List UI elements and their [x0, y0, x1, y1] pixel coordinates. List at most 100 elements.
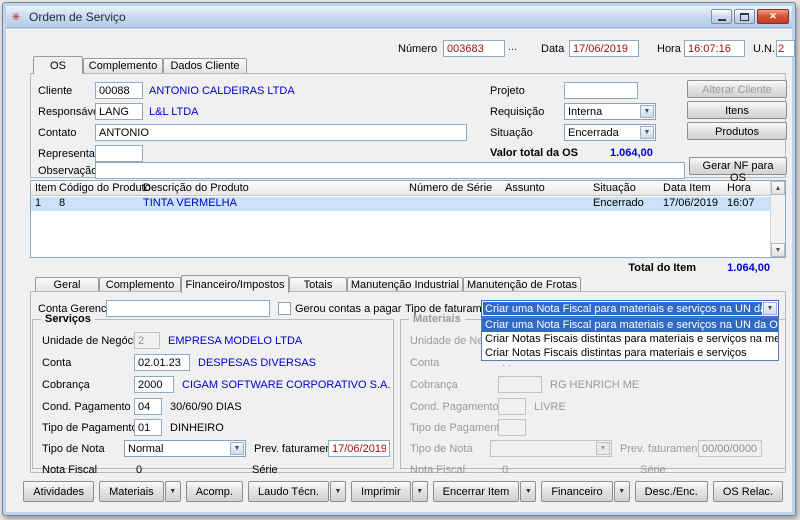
dropdown-option-3[interactable]: Criar Notas Fiscais distintas para mater… — [482, 346, 778, 360]
tab-complemento[interactable]: Complemento — [83, 58, 163, 73]
representante-field[interactable] — [95, 145, 143, 162]
situacao-combo[interactable]: Encerrada ▼ — [564, 124, 656, 141]
imprimir-button[interactable]: Imprimir — [350, 481, 411, 502]
gerou-contas-label: Gerou contas a pagar — [295, 303, 402, 315]
produtos-button[interactable]: Produtos — [687, 122, 787, 140]
os-relac-button[interactable]: OS Relac. — [712, 481, 783, 502]
servicos-cobranca-field[interactable] — [134, 376, 174, 393]
financeiro-button-group: Financeiro ▼ — [541, 481, 630, 502]
servicos-conta-field[interactable] — [134, 354, 190, 371]
materiais-dropdown-arrow-button[interactable]: ▼ — [164, 481, 181, 502]
servicos-tipo-pagamento-field[interactable] — [134, 419, 162, 436]
chevron-down-icon[interactable]: ▼ — [640, 126, 654, 139]
table-row[interactable]: 1 8 TINTA VERMELHA Encerrado 17/06/2019 … — [31, 197, 770, 211]
financeiro-button[interactable]: Financeiro — [541, 481, 613, 502]
col-descricao-produto[interactable]: Descrição do Produto — [143, 182, 249, 194]
laudo-button-group: Laudo Técn. ▼ — [247, 481, 346, 502]
cell-descricao: TINTA VERMELHA — [143, 197, 237, 209]
window-controls: ✕ — [711, 9, 792, 24]
chevron-down-icon: ▼ — [596, 442, 610, 455]
desc-enc-button[interactable]: Desc./Enc. — [634, 481, 708, 502]
scroll-down-icon[interactable]: ▼ — [771, 243, 785, 257]
observacao-field[interactable] — [95, 162, 685, 179]
responsavel-code-field[interactable] — [95, 103, 143, 120]
action-button-bar: Atividades Materiais ▼ Acomp. Laudo Técn… — [23, 481, 783, 502]
tipo-faturamento-combo[interactable]: Criar uma Nota Fiscal para materiais e s… — [481, 300, 779, 317]
encerrar-item-button[interactable]: Encerrar Item — [432, 481, 520, 502]
projeto-label: Projeto — [490, 85, 525, 97]
conta-gerencial-field[interactable] — [106, 300, 270, 317]
encerrar-item-dropdown-arrow-button[interactable]: ▼ — [520, 481, 537, 502]
acomp-button[interactable]: Acomp. — [185, 481, 243, 502]
cliente-code-field[interactable] — [95, 82, 143, 99]
servicos-un-label: Unidade de Negócio — [42, 335, 142, 347]
numero-field[interactable] — [443, 40, 505, 57]
servicos-serie-label: Série — [252, 464, 278, 476]
col-numero-serie[interactable]: Número de Série — [409, 182, 492, 194]
contato-label: Contato — [38, 127, 77, 139]
dropdown-option-2[interactable]: Criar Notas Fiscais distintas para mater… — [482, 332, 778, 346]
minimize-button[interactable] — [711, 9, 732, 24]
tab-geral[interactable]: Geral — [35, 277, 99, 292]
materiais-button-group: Materiais ▼ — [99, 481, 181, 502]
contato-field[interactable] — [95, 124, 467, 141]
un-field[interactable] — [776, 40, 795, 57]
materiais-nota-fiscal-value: 0 — [502, 464, 509, 476]
situacao-value: Encerrada — [568, 127, 619, 139]
data-field[interactable] — [569, 40, 639, 57]
imprimir-dropdown-arrow-button[interactable]: ▼ — [411, 481, 428, 502]
items-grid: Item Código do Produto Descrição do Prod… — [30, 180, 786, 258]
tab-financeiro-impostos[interactable]: Financeiro/Impostos — [181, 275, 289, 293]
tab-os[interactable]: OS — [33, 56, 83, 74]
servicos-prev-faturamento-field[interactable] — [328, 440, 390, 457]
gerou-contas-checkbox[interactable] — [278, 302, 291, 315]
numero-lookup-button[interactable]: ... — [508, 41, 517, 53]
laudo-tecnico-button[interactable]: Laudo Técn. — [247, 481, 329, 502]
servicos-tipo-pagamento-label: Tipo de Pagamento — [42, 422, 138, 434]
chevron-down-icon[interactable]: ▼ — [640, 105, 654, 118]
col-situacao[interactable]: Situação — [593, 182, 636, 194]
materiais-button[interactable]: Materiais — [99, 481, 164, 502]
servicos-nota-fiscal-label: Nota Fiscal — [42, 464, 98, 476]
scroll-up-icon[interactable]: ▲ — [771, 181, 785, 195]
col-item[interactable]: Item — [35, 182, 56, 194]
col-assunto[interactable]: Assunto — [505, 182, 545, 194]
atividades-button[interactable]: Atividades — [23, 481, 95, 502]
close-button[interactable]: ✕ — [757, 9, 789, 24]
servicos-tipo-nota-combo[interactable]: Normal ▼ — [124, 440, 246, 457]
tab-manutencao-industrial[interactable]: Manutenção Industrial — [347, 277, 463, 292]
tab-totais[interactable]: Totais — [289, 277, 347, 292]
tab-complemento-2[interactable]: Complemento — [99, 277, 181, 292]
financeiro-dropdown-arrow-button[interactable]: ▼ — [613, 481, 630, 502]
requisicao-combo[interactable]: Interna ▼ — [564, 103, 656, 120]
itens-button[interactable]: Itens — [687, 101, 787, 119]
minimize-icon — [717, 18, 726, 21]
servicos-tipo-pagamento-name: DINHEIRO — [170, 422, 224, 434]
encerrar-item-button-group: Encerrar Item ▼ — [432, 481, 537, 502]
col-codigo-produto[interactable]: Código do Produto — [59, 182, 151, 194]
maximize-button[interactable] — [734, 9, 755, 24]
alterar-cliente-button: Alterar Cliente — [687, 80, 787, 98]
window-content: Número ... Data Hora U.N. OS Complemento… — [6, 29, 795, 512]
data-label: Data — [541, 43, 565, 55]
chevron-down-icon[interactable]: ▼ — [230, 442, 244, 455]
materiais-prev-faturamento-label: Prev. faturamento — [620, 443, 707, 455]
hora-field[interactable] — [684, 40, 745, 57]
cell-item: 1 — [35, 197, 42, 209]
col-data-item[interactable]: Data Item — [663, 182, 711, 194]
tipo-faturamento-value: Criar uma Nota Fiscal para materiais e s… — [483, 302, 762, 315]
gerar-nf-button[interactable]: Gerar NF para OS — [689, 157, 787, 184]
servicos-cond-pagamento-field[interactable] — [134, 398, 162, 415]
servicos-cobranca-label: Cobrança — [42, 379, 90, 391]
tab-dados-cliente[interactable]: Dados Cliente — [163, 58, 247, 73]
chevron-down-icon[interactable]: ▼ — [763, 302, 777, 315]
tab-manutencao-frotas[interactable]: Manutenção de Frotas — [463, 277, 581, 292]
title-bar[interactable]: ✳ Ordem de Serviço ✕ — [6, 6, 792, 28]
grid-scrollbar[interactable]: ▲ ▼ — [770, 181, 785, 257]
projeto-field[interactable] — [564, 82, 638, 99]
materiais-cobranca-field — [498, 376, 542, 393]
materiais-tipo-nota-combo: ▼ — [490, 440, 612, 457]
dropdown-option-1[interactable]: Criar uma Nota Fiscal para materiais e s… — [482, 318, 778, 332]
numero-label: Número — [398, 43, 438, 55]
laudo-dropdown-arrow-button[interactable]: ▼ — [329, 481, 346, 502]
